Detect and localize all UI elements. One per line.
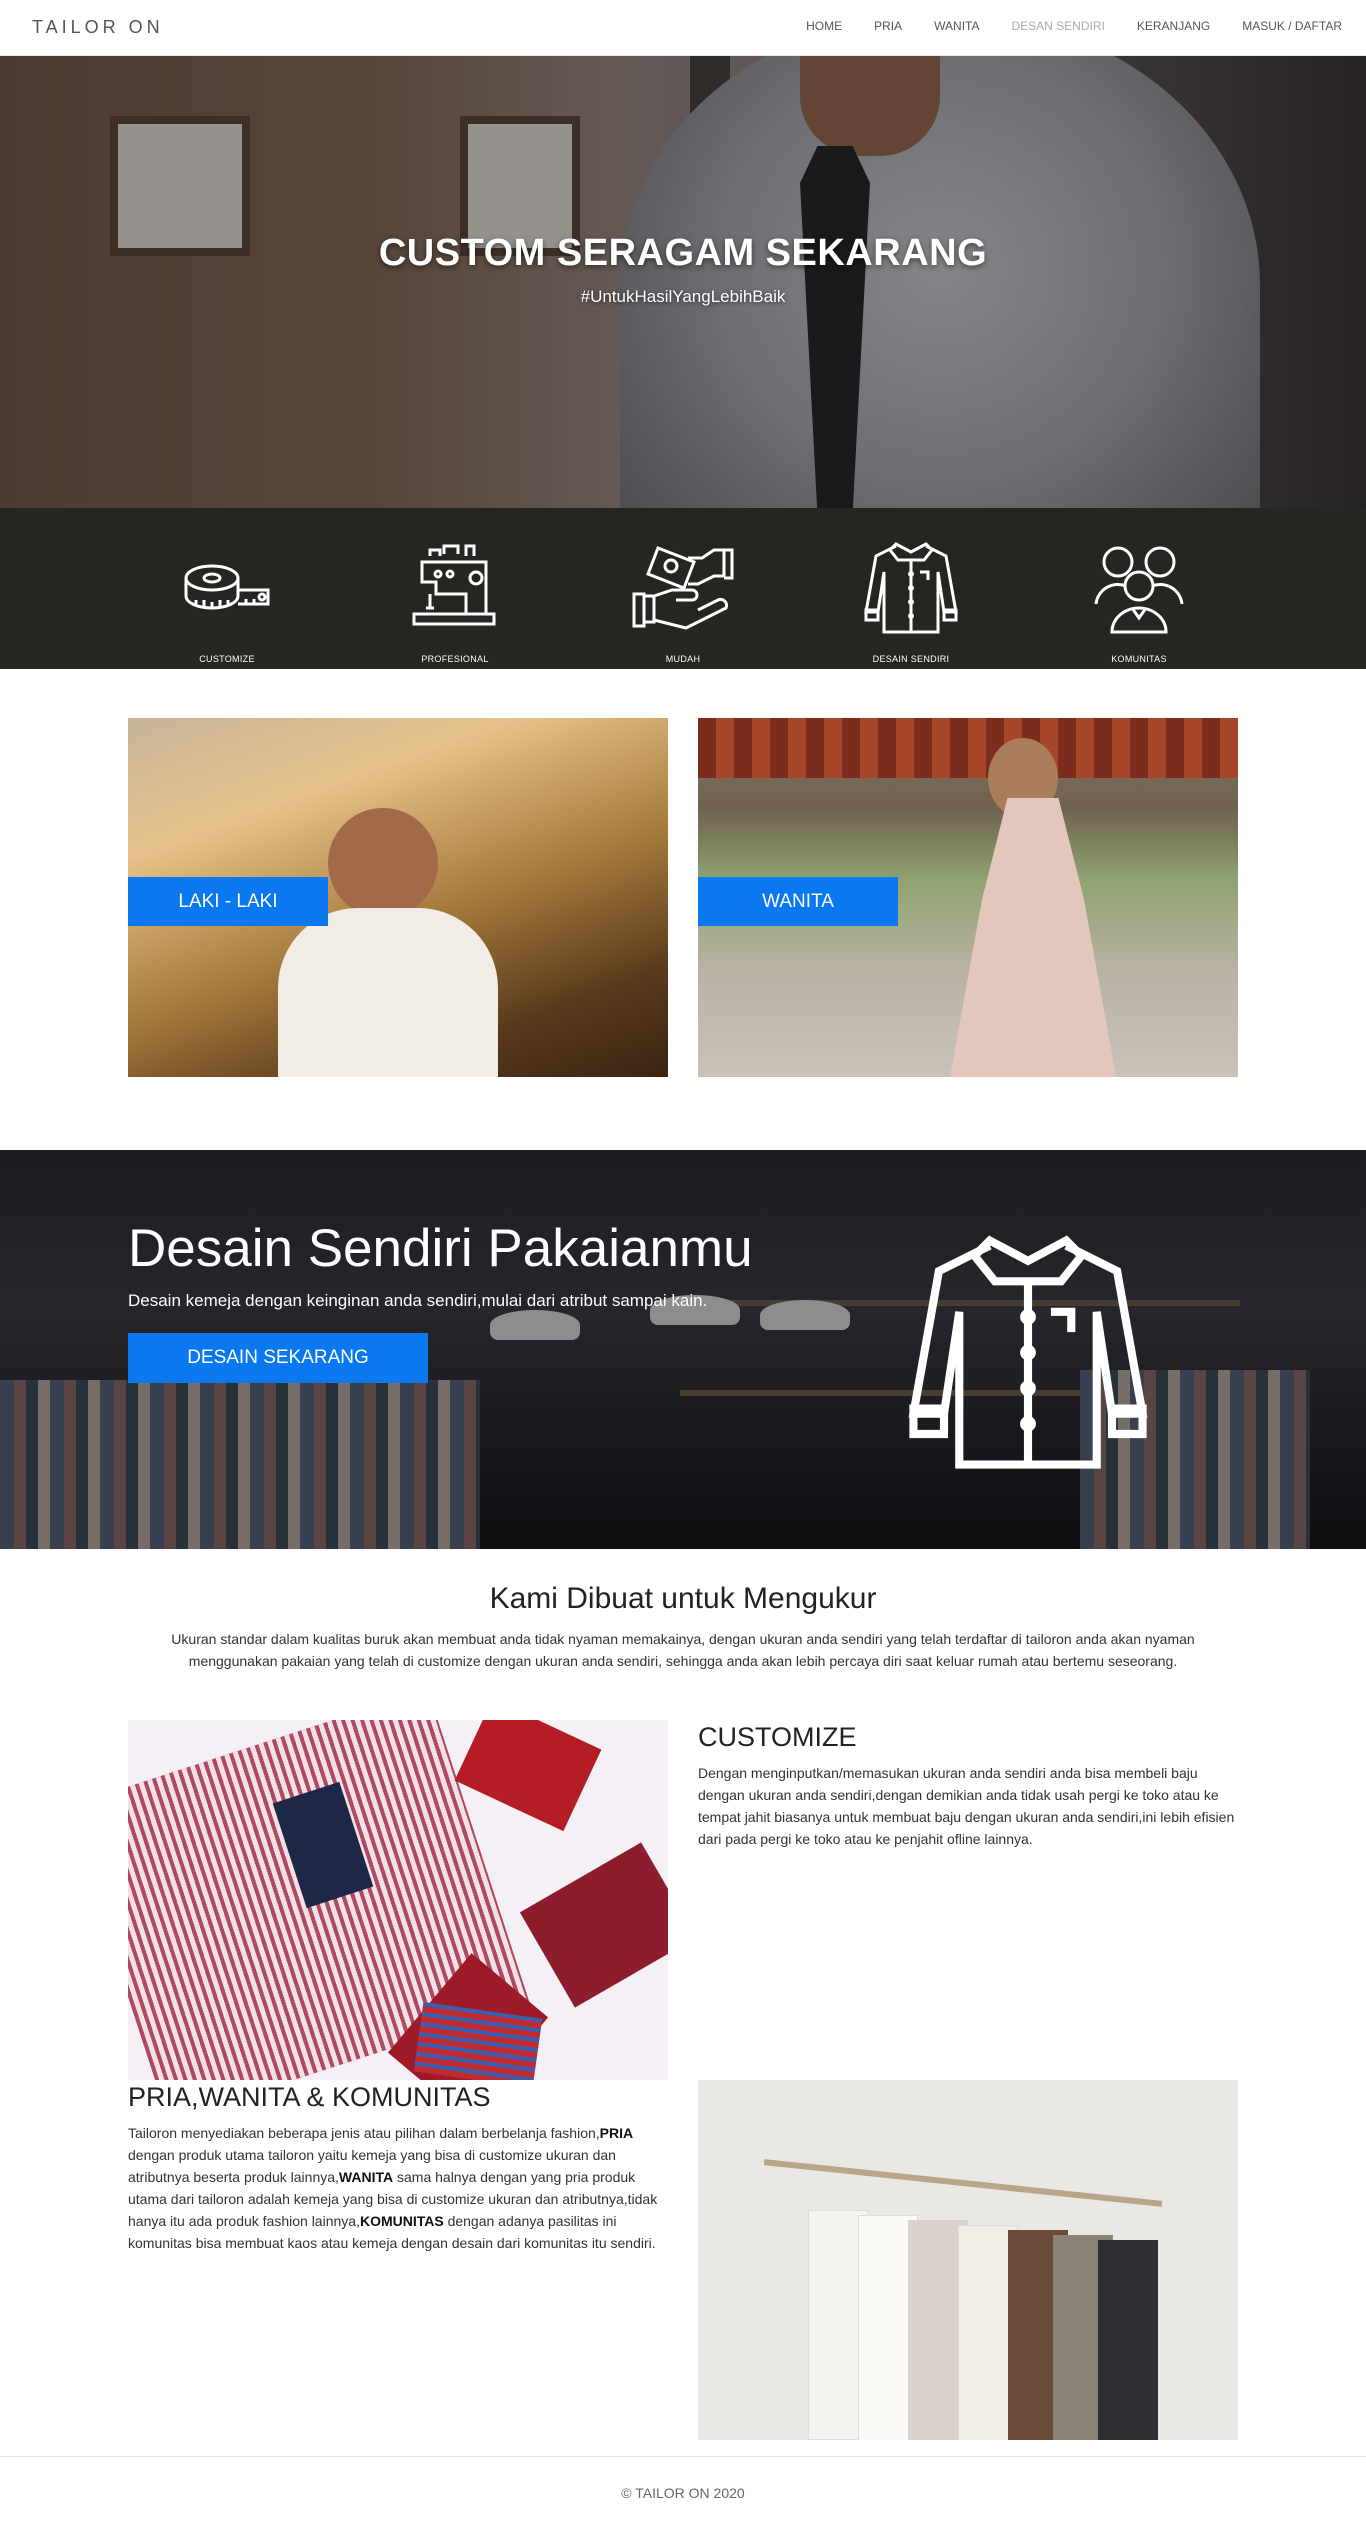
hero-title: CUSTOM SERAGAM SEKARANG: [378, 232, 988, 274]
hero-section: CUSTOM SERAGAM SEKARANG #UntukHasilYangL…: [0, 56, 1366, 508]
navbar: TAILOR ON HOME PRIA WANITA DESAN SENDIRI…: [0, 0, 1366, 56]
nav-item-keranjang[interactable]: KERANJANG: [1137, 19, 1210, 33]
feature-komunitas: KOMUNITAS: [1069, 532, 1209, 664]
feature-mudah-label: MUDAH: [665, 654, 701, 664]
category-men-button[interactable]: LAKI - LAKI: [128, 877, 328, 926]
sewing-machine-icon: [412, 544, 496, 626]
feature-profesional-label: PROFESIONAL: [421, 654, 489, 664]
footer: © TAILOR ON 2020: [0, 2456, 1366, 2530]
brand-logo[interactable]: TAILOR ON: [32, 17, 164, 38]
design-banner: Desain Sendiri Pakaianmu Desain kemeja d…: [0, 1150, 1366, 1549]
men-photo-shirt: [278, 908, 498, 1077]
shirt-ties-image-tie: [454, 1720, 602, 1832]
shirt-ties-image: [128, 1720, 668, 2080]
feature-komunitas-label: KOMUNITAS: [1111, 654, 1167, 664]
about-text: Ukuran standar dalam kualitas buruk akan…: [171, 1631, 1195, 1669]
banner-description: Desain kemeja dengan keinginan anda send…: [128, 1291, 708, 1310]
feature-profesional: PROFESIONAL: [385, 532, 525, 664]
nav-menu: HOME PRIA WANITA DESAN SENDIRI KERANJANG…: [774, 19, 1342, 33]
nav-item-masuk-daftar[interactable]: MASUK / DAFTAR: [1242, 19, 1342, 33]
nav-item-home[interactable]: HOME: [806, 19, 842, 33]
shirt-icon: [908, 1235, 1148, 1469]
community-body-bold-komunitas: KOMUNITAS: [359, 2213, 444, 2229]
nav-item-pria[interactable]: PRIA: [874, 19, 902, 33]
feature-desain-sendiri-label: DESAIN SENDIRI: [872, 654, 950, 664]
shirt-icon: [864, 542, 958, 634]
design-now-button[interactable]: DESAIN SEKARANG: [128, 1333, 428, 1383]
community-icon: [1094, 546, 1184, 634]
community-body-bold-pria: PRIA: [599, 2125, 634, 2141]
nav-item-desain-sendiri[interactable]: DESAN SENDIRI: [1011, 19, 1104, 33]
category-women-button[interactable]: WANITA: [698, 877, 898, 926]
community-body-bold-wanita: WANITA: [338, 2169, 394, 2185]
footer-copyright: © TAILOR ON 2020: [621, 2485, 745, 2501]
community-title: PRIA,WANITA & KOMUNITAS: [128, 2082, 491, 2112]
about-title: Kami Dibuat untuk Mengukur: [489, 1582, 877, 1615]
community-body-text: Tailoron menyediakan beberapa jenis atau…: [128, 2125, 600, 2141]
money-hand-icon: [632, 546, 734, 630]
clothes-rack-image: [698, 2080, 1238, 2440]
shirt-ties-image-tie: [519, 1842, 668, 2008]
category-card-men[interactable]: LAKI - LAKI: [128, 718, 668, 1077]
measuring-tape-icon: [184, 564, 270, 610]
men-photo-head: [328, 808, 438, 918]
category-card-women[interactable]: WANITA: [698, 718, 1238, 1077]
features-strip: CUSTOMIZE PROFESIONAL MUDAH DESAIN SENDI…: [0, 508, 1366, 669]
clothes-rack-image-garment: [1098, 2240, 1158, 2440]
clothes-rack-image-rod: [763, 2159, 1163, 2207]
banner-title: Desain Sendiri Pakaianmu: [128, 1219, 753, 1278]
feature-customize-label: CUSTOMIZE: [199, 654, 255, 664]
feature-mudah: MUDAH: [613, 532, 753, 664]
feature-desain-sendiri: DESAIN SENDIRI: [841, 532, 981, 664]
hero-overlay: [0, 56, 1366, 508]
customize-title: CUSTOMIZE: [698, 1722, 857, 1752]
women-photo-roof: [698, 718, 1238, 778]
feature-customize: CUSTOMIZE: [157, 532, 297, 664]
community-body: Tailoron menyediakan beberapa jenis atau…: [128, 2122, 668, 2254]
hero-subtitle: #UntukHasilYangLebihBaik: [580, 287, 786, 306]
nav-item-wanita[interactable]: WANITA: [934, 19, 979, 33]
customize-body: Dengan menginputkan/memasukan ukuran and…: [698, 1765, 1235, 1847]
